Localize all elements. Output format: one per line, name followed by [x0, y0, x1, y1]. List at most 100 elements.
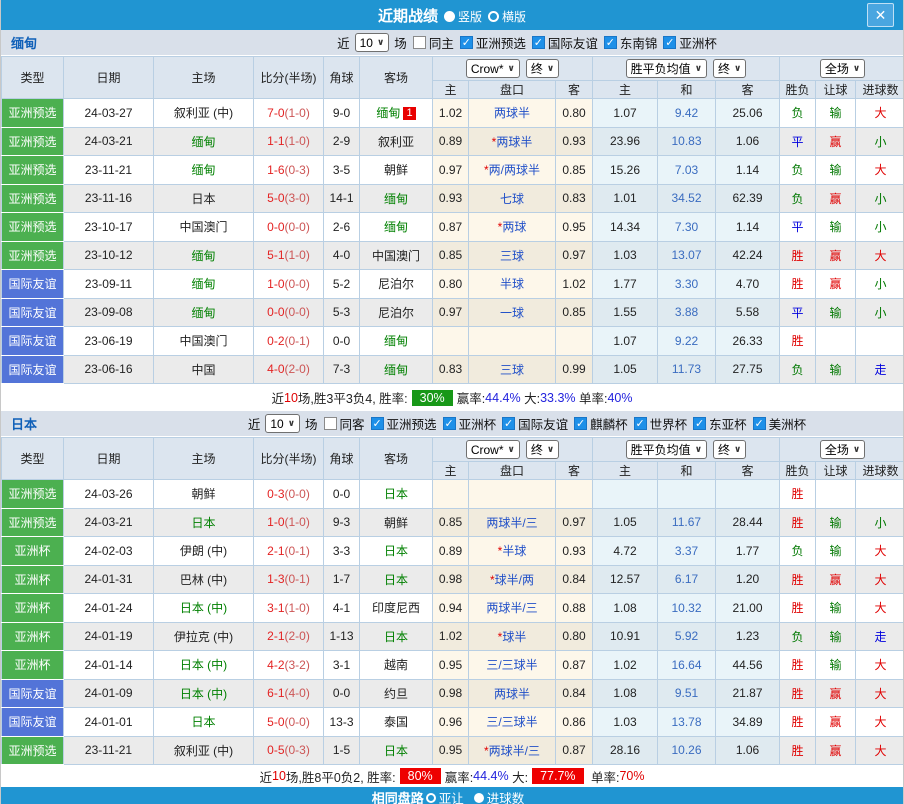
result-goals: 小	[856, 213, 904, 242]
odds-time-select-value: 终	[531, 441, 543, 458]
competition-checkbox[interactable]: ✓	[663, 36, 676, 49]
away-team: 日本	[360, 565, 433, 594]
recent-count-select[interactable]: 10∨	[355, 33, 390, 52]
layout-vertical-label[interactable]: 竖版	[458, 10, 482, 24]
away-odds: 0.99	[556, 355, 593, 384]
same-venue-label: 同主	[429, 33, 454, 52]
result-handicap	[816, 327, 856, 356]
competition-label[interactable]: 国际友谊	[518, 414, 568, 433]
team-name: 日本	[1, 414, 151, 433]
competition-checkbox[interactable]: ✓	[443, 417, 456, 430]
away-team: 尼泊尔	[360, 298, 433, 327]
competition-checkbox[interactable]: ✓	[574, 417, 587, 430]
home-team: 伊拉克 (中)	[154, 622, 254, 651]
result-wdl: 胜	[780, 679, 816, 708]
recent-count-select[interactable]: 10∨	[265, 414, 300, 433]
result-handicap: 赢	[816, 708, 856, 737]
odds-time-select[interactable]: 终∨	[526, 59, 559, 78]
header-select-row: 类型日期主场比分(半场)角球客场Crow*∨终∨胜平负均值∨终∨全场∨	[2, 57, 904, 81]
result-wdl: 胜	[780, 594, 816, 623]
competition-checkbox[interactable]: ✓	[693, 417, 706, 430]
dropdown-caret-icon: ∨	[853, 63, 860, 74]
same-venue-checkbox[interactable]	[413, 36, 426, 49]
avg-time-select[interactable]: 终∨	[713, 59, 746, 78]
competition-label[interactable]: 东南锦	[620, 33, 658, 52]
competition-label[interactable]: 亚洲预选	[387, 414, 437, 433]
avg-odds-select-value: 胜平负均值	[631, 60, 691, 77]
avg-odds-select[interactable]: 胜平负均值∨	[626, 440, 707, 459]
goals-label[interactable]: 进球数	[487, 788, 525, 804]
avg-odds-select[interactable]: 胜平负均值 ∨	[626, 59, 707, 78]
competition-checkbox[interactable]: ✓	[634, 417, 647, 430]
dropdown-caret-icon: ∨	[734, 444, 741, 455]
column-header: 客场	[360, 438, 433, 480]
competition-checkbox[interactable]: ✓	[753, 417, 766, 430]
close-icon[interactable]: ✕	[867, 3, 894, 27]
result-handicap: 赢	[816, 679, 856, 708]
odds-source-select-value: Crow*	[471, 443, 504, 457]
handicap-text: 两球	[502, 220, 526, 234]
sub-column-header: 和	[658, 81, 716, 99]
avg-home: 1.05	[593, 508, 658, 537]
competition-label[interactable]: 世界杯	[650, 414, 688, 433]
odds-time-select[interactable]: 终∨	[526, 440, 559, 459]
dropdown-caret-icon: ∨	[547, 63, 554, 74]
competition-label[interactable]: 亚洲杯	[679, 33, 717, 52]
competition-checkbox[interactable]: ✓	[371, 417, 384, 430]
home-odds: 0.80	[433, 270, 469, 299]
away-odds: 0.93	[556, 537, 593, 566]
competition-label[interactable]: 麒麟杯	[590, 414, 628, 433]
handicap: *两球半/三	[469, 736, 556, 765]
match-row: 亚洲杯24-01-24日本 (中)3-1(1-0)4-1印度尼西0.94两球半/…	[2, 594, 904, 623]
result-handicap: 输	[816, 99, 856, 128]
away-odds: 0.85	[556, 298, 593, 327]
home-odds: 0.98	[433, 565, 469, 594]
summary-part: 场,胜8平0负2, 胜率:	[286, 767, 396, 786]
fulltime-score: 7-0	[267, 106, 284, 120]
match-score: 2-1(0-1)	[254, 537, 324, 566]
summary-part: 大:	[521, 388, 540, 407]
match-score: 1-6(0-3)	[254, 156, 324, 185]
competition-label[interactable]: 东亚杯	[709, 414, 747, 433]
odds-source-select[interactable]: Crow*∨	[466, 440, 520, 459]
matches-table: 类型日期主场比分(半场)角球客场Crow*∨终∨胜平负均值∨终∨全场∨主盘口客主…	[1, 437, 904, 765]
competition-checkbox[interactable]: ✓	[502, 417, 515, 430]
odds-source-select[interactable]: Crow*∨	[466, 59, 520, 78]
avg-time-select[interactable]: 终∨	[713, 440, 746, 459]
dropdown-caret-icon: ∨	[695, 63, 702, 74]
layout-horizontal-radio[interactable]	[488, 11, 499, 22]
sub-column-header: 让球	[816, 462, 856, 480]
match-type: 亚洲预选	[2, 508, 64, 537]
fulltime-score: 3-1	[267, 601, 284, 615]
competition-checkbox[interactable]: ✓	[532, 36, 545, 49]
match-row: 国际友谊24-01-01日本5-0(0-0)13-3泰国0.96三/三球半0.8…	[2, 708, 904, 737]
match-row: 亚洲预选24-03-27叙利亚 (中)7-0(1-0)9-0缅甸11.02两球半…	[2, 99, 904, 128]
competition-checkbox[interactable]: ✓	[604, 36, 617, 49]
competition-label[interactable]: 美洲杯	[769, 414, 807, 433]
sections-container: 缅甸近10∨场同主✓亚洲预选✓国际友谊✓东南锦✓亚洲杯类型日期主场比分(半场)角…	[1, 30, 903, 787]
handicap-text: 两球半/三	[489, 744, 540, 758]
match-date: 23-09-11	[64, 270, 154, 299]
competition-label[interactable]: 亚洲杯	[459, 414, 497, 433]
avg-away: 44.56	[716, 651, 780, 680]
layout-horizontal-label[interactable]: 横版	[502, 10, 526, 24]
summary-part: 44.4%	[473, 769, 508, 783]
away-team-name: 日本	[384, 630, 408, 644]
same-venue-checkbox[interactable]	[324, 417, 337, 430]
asian-handicap-label[interactable]: 亚让	[439, 788, 464, 804]
avg-draw: 10.26	[658, 736, 716, 765]
corner-score: 0-0	[324, 679, 360, 708]
scope-select[interactable]: 全场∨	[820, 440, 865, 459]
odds-select-group: Crow*∨ 终∨	[433, 438, 593, 462]
asian-handicap-radio[interactable]	[426, 793, 436, 803]
recent-label: 近	[248, 414, 261, 433]
summary-line: 近10场,胜3平3负4, 胜率:30%赢率:44.4% 大:33.3% 单率:4…	[1, 384, 903, 411]
competition-checkbox[interactable]: ✓	[460, 36, 473, 49]
goals-radio[interactable]	[474, 793, 484, 803]
avg-away: 21.87	[716, 679, 780, 708]
competition-label[interactable]: 国际友谊	[548, 33, 598, 52]
layout-vertical-radio[interactable]	[444, 11, 455, 22]
away-team: 缅甸	[360, 184, 433, 213]
scope-select[interactable]: 全场∨	[820, 59, 865, 78]
competition-label[interactable]: 亚洲预选	[476, 33, 526, 52]
